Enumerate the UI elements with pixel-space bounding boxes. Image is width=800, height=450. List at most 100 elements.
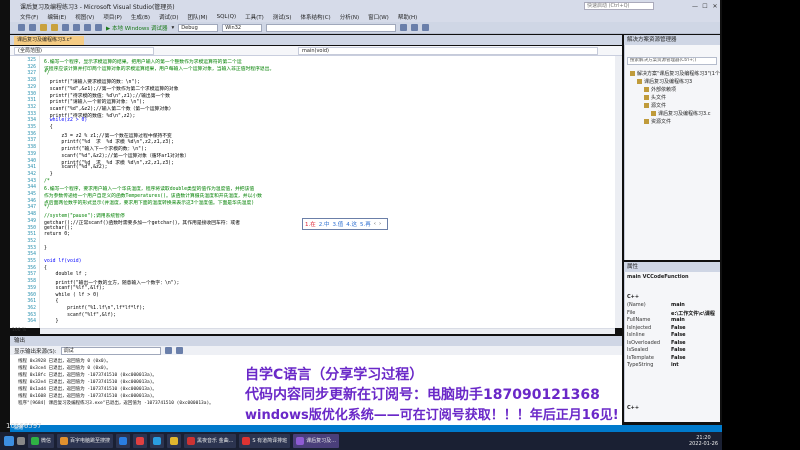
code-line[interactable]: while(z2 > 0) (44, 118, 88, 123)
menu-file[interactable]: 文件(F) (20, 13, 38, 21)
solution-tree-item[interactable]: 头文件 (644, 94, 666, 101)
properties-object[interactable]: main VCCodeFunction (627, 274, 689, 280)
minimize-button[interactable]: — (690, 3, 700, 10)
menu-team[interactable]: 团队(M) (188, 13, 208, 21)
code-line[interactable]: getchar();//正常scanf()函数时需要多加一个getchar()，… (44, 219, 240, 226)
solution-tree-item[interactable]: 外部依赖项 (644, 86, 676, 93)
property-row[interactable]: IsInjected False (627, 325, 719, 331)
code-line[interactable]: void lf(void) (44, 259, 82, 264)
taskbar-item-7[interactable]: 黑夜音乐 金曲... (184, 434, 237, 448)
code-line[interactable]: while ( lf > 0) (44, 293, 99, 298)
code-line[interactable]: { (44, 299, 59, 304)
menu-window[interactable]: 窗口(W) (368, 13, 389, 21)
taskbar-item-1[interactable]: 微信 (28, 434, 55, 448)
taskbar-item-5[interactable] (150, 434, 165, 448)
ime-candidate-box[interactable]: 1.在 2.中 3.值 4.这 5.再 ‹ › (302, 218, 388, 230)
code-line[interactable]: return 0; (44, 232, 70, 237)
code-line[interactable]: getchar(); (44, 226, 73, 231)
search-icon[interactable] (17, 437, 25, 445)
ime-candidate-2[interactable]: 2.中 (319, 220, 330, 228)
code-line[interactable]: */ (44, 71, 50, 76)
taskbar-item-8[interactable]: S 有道简译排班 (239, 434, 291, 448)
ime-candidate-5[interactable]: 5.再 (360, 220, 371, 228)
taskbar-item-4[interactable] (133, 434, 148, 448)
code-line[interactable]: } (44, 172, 53, 177)
taskbar-item-9[interactable]: 课后复习及... (293, 434, 339, 448)
menu-view[interactable]: 视图(V) (75, 13, 94, 21)
code-line[interactable]: /* (44, 179, 50, 184)
scope-dropdown[interactable]: (全局范围) (14, 46, 154, 55)
solution-tree-item[interactable]: 资源文件 (644, 118, 671, 125)
menu-tools[interactable]: 工具(T) (245, 13, 264, 21)
taskbar-item-6[interactable] (167, 434, 182, 448)
editor-tab-active[interactable]: 课后复习及编程练习3.c* (14, 36, 84, 45)
maximize-button[interactable]: ☐ (700, 3, 710, 10)
code-line[interactable]: } (44, 246, 47, 251)
menu-analyze[interactable]: 分析(N) (340, 13, 359, 21)
redo-icon[interactable] (95, 24, 102, 31)
code-line[interactable]: double lf ; (44, 272, 88, 277)
quick-launch-input[interactable]: 快速启动 (Ctrl+Q) (584, 2, 654, 10)
property-row[interactable]: TypeString int (627, 362, 719, 368)
ime-prev-icon[interactable]: ‹ (374, 221, 376, 227)
menu-edit[interactable]: 编辑(E) (47, 13, 66, 21)
start-debugger-button[interactable]: ▶ 本地 Windows 调试器 (106, 24, 168, 32)
zoom-level[interactable]: 100 % (12, 328, 26, 333)
code-line[interactable]: scanf("%d",&z2); (44, 165, 107, 170)
menu-project[interactable]: 项目(P) (103, 13, 122, 21)
property-row[interactable]: IsTemplate False (627, 355, 719, 361)
taskbar-item-2[interactable]: 百字电脑跳至搜搜 (57, 434, 114, 448)
undo-icon[interactable] (84, 24, 91, 31)
word-wrap-icon[interactable] (175, 347, 183, 354)
new-project-icon[interactable] (40, 24, 47, 31)
ime-next-icon[interactable]: › (379, 221, 381, 227)
property-row[interactable]: IsInline False (627, 332, 719, 338)
solution-search-input[interactable]: 搜索解决方案资源管理器(Ctrl+;) (627, 57, 717, 65)
debugger-dropdown-icon[interactable]: ▾ (172, 25, 175, 31)
configuration-select[interactable]: Debug (178, 23, 219, 32)
save-icon[interactable] (62, 24, 69, 31)
clock[interactable]: 21:20 2022-01-26 (689, 435, 718, 447)
close-button[interactable]: ✕ (710, 3, 720, 10)
editor-vertical-scrollbar[interactable] (615, 56, 622, 328)
comment-icon[interactable] (411, 24, 419, 31)
ime-candidate-3[interactable]: 3.值 (333, 220, 344, 228)
property-row[interactable]: IsOverloaded False (627, 340, 719, 346)
code-line[interactable]: scanf("%lf",&lf); (44, 286, 105, 291)
ime-candidate-4[interactable]: 4.这 (346, 220, 357, 228)
find-combo[interactable] (266, 23, 397, 32)
menu-build[interactable]: 生成(B) (131, 13, 150, 21)
code-line[interactable]: 该程序应该计算并打印两个运算对象的求模运算结果，用户每输入一个运算对象，当输入非… (44, 65, 274, 72)
taskbar-item-3[interactable] (116, 434, 131, 448)
property-row[interactable]: FullName main (627, 317, 719, 323)
start-icon[interactable] (4, 436, 14, 446)
solution-tree-item[interactable]: 课后复习及编程练习3.c (651, 110, 711, 117)
platform-select[interactable]: Win32 (222, 23, 263, 32)
output-source-select[interactable]: 调试 (60, 346, 161, 355)
uncomment-icon[interactable] (422, 24, 430, 31)
menu-sql[interactable]: SQL(Q) (217, 14, 237, 20)
ime-candidate-1[interactable]: 1.在 (305, 220, 316, 228)
clear-output-icon[interactable] (164, 347, 172, 354)
code-line[interactable]: { (44, 266, 47, 271)
code-line[interactable]: scanf("%lf",&lf); (44, 313, 116, 318)
back-icon[interactable] (18, 24, 25, 31)
menu-architecture[interactable]: 体系结构(C) (301, 13, 331, 21)
code-line[interactable]: { (44, 125, 53, 130)
save-all-icon[interactable] (73, 24, 80, 31)
open-icon[interactable] (51, 24, 58, 31)
solution-tree-item[interactable]: 课后复习及编程练习3 (637, 78, 692, 85)
editor-horizontal-scrollbar[interactable]: 100 % (12, 328, 615, 334)
property-row[interactable]: File e:\工作文件\c\课程 (627, 310, 719, 317)
property-row[interactable]: (Name) main (627, 302, 719, 308)
code-line[interactable]: */ (44, 205, 50, 210)
code-line[interactable]: } (44, 319, 59, 324)
menu-test[interactable]: 测试(S) (273, 13, 292, 21)
forward-icon[interactable] (29, 24, 36, 31)
code-line[interactable]: 点后面两位数字的形式显示(并温度，要求用下面的温度转换来表示这3个温度值。下面是… (44, 199, 254, 206)
solution-tree-item[interactable]: 源文件 (644, 102, 666, 109)
menu-debug[interactable]: 调试(D) (159, 13, 179, 21)
find-icon[interactable] (400, 24, 408, 31)
code-line[interactable]: printf("%1.lf\n",lf*lf*lf); (44, 306, 145, 311)
menu-help[interactable]: 帮助(H) (398, 13, 417, 21)
